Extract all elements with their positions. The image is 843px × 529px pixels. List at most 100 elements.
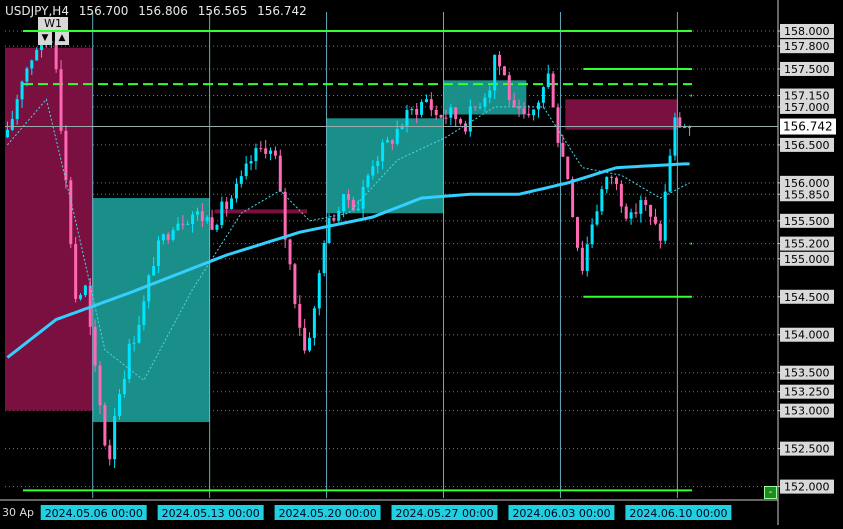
timeframe-badge[interactable]: W1: [38, 17, 68, 30]
bear-candle: [507, 75, 511, 101]
bear-candle: [502, 66, 506, 76]
bear-candle: [390, 140, 394, 144]
bull-candle: [239, 176, 243, 184]
bull-candle: [195, 211, 199, 215]
bull-candle: [234, 183, 238, 199]
bull-candle: [5, 129, 9, 138]
bear-candle: [415, 108, 419, 115]
bear-zone: [565, 99, 678, 130]
price-tick-label: 157.000: [784, 101, 830, 114]
bear-candle: [298, 304, 302, 328]
bull-candle: [317, 273, 321, 309]
bear-candle: [688, 127, 692, 129]
bull-candle: [590, 224, 594, 245]
bull-candle: [488, 90, 492, 98]
bull-candle: [122, 378, 126, 395]
bear-candle: [653, 216, 657, 224]
chevron-up-icon[interactable]: ▲: [55, 32, 69, 45]
bear-candle: [498, 54, 502, 67]
high-value: 156.806: [138, 4, 188, 18]
bull-candle: [600, 189, 604, 212]
bull-candle: [142, 301, 146, 325]
open-value: 156.700: [78, 4, 129, 18]
bull-candle: [356, 208, 360, 211]
bear-candle: [332, 218, 336, 221]
bull-candle: [118, 394, 121, 417]
bull-candle: [152, 266, 156, 276]
bull-candle: [342, 194, 346, 211]
bull-candle: [269, 150, 273, 154]
chart-header: USDJPY,H4 156.700 156.806 156.565 156.74…: [5, 4, 313, 18]
bull-candle: [663, 191, 667, 241]
bear-candle: [69, 180, 73, 245]
bull-candle: [186, 223, 190, 225]
bear-candle: [210, 217, 214, 230]
bull-candle: [683, 127, 687, 129]
bear-candle: [610, 176, 614, 178]
time-label: 2024.05.27 00:00: [396, 507, 494, 520]
time-label: 2024.05.13 00:00: [162, 507, 260, 520]
bull-candle: [385, 140, 389, 143]
bull-candle: [156, 240, 160, 267]
bear-candle: [264, 148, 268, 154]
bear-candle: [522, 108, 526, 114]
time-label: 2024.05.20 00:00: [279, 507, 377, 520]
bull-candle: [230, 198, 234, 209]
bull-candle: [215, 224, 219, 230]
price-tick-label: 153.500: [784, 367, 830, 380]
bear-candle: [200, 211, 204, 222]
time-label: 2024.06.10 00:00: [629, 507, 727, 520]
price-tick-label: 155.000: [784, 253, 830, 266]
bull-candle: [366, 175, 370, 188]
bull-candle: [371, 166, 375, 176]
bull-candle: [381, 142, 385, 162]
chart-root: 158.000 157.800 157.500 157.150 157.000 156.5…: [0, 0, 843, 525]
price-tick-label: 155.850: [784, 188, 830, 201]
bull-candle: [410, 108, 414, 111]
bull-candle: [376, 161, 380, 167]
bear-candle: [561, 142, 565, 157]
bull-candle: [15, 99, 19, 120]
bear-candle: [64, 130, 68, 181]
bull-candle: [113, 416, 117, 460]
bear-candle: [556, 107, 560, 143]
bear-candle: [576, 217, 579, 248]
price-tick-label: 158.000: [784, 25, 830, 38]
bull-candle: [537, 102, 541, 110]
bull-candle: [127, 343, 131, 379]
bear-candle: [678, 117, 682, 128]
current-price-tag: 156.742: [783, 120, 833, 134]
price-tick-label: 152.000: [784, 481, 830, 494]
bull-candle: [405, 110, 409, 126]
bull-candle: [25, 68, 29, 82]
bear-candle: [527, 113, 531, 116]
price-chart[interactable]: 158.000157.800157.500157.150157.000156.5…: [0, 0, 843, 525]
chevron-down-icon[interactable]: ▼: [38, 32, 52, 45]
price-tick-label: 155.200: [784, 238, 830, 251]
bull-candle: [673, 117, 677, 156]
bear-candle: [551, 73, 555, 108]
bull-candle: [132, 342, 136, 344]
bear-candle: [259, 148, 263, 150]
bull-candle: [20, 81, 24, 100]
bull-candle: [532, 109, 536, 116]
bull-candle: [420, 102, 424, 115]
minimize-button[interactable]: -: [764, 486, 777, 499]
bull-candle: [191, 214, 195, 224]
price-tick-label: 154.500: [784, 291, 830, 304]
price-tick-label: 154.000: [784, 329, 830, 342]
bear-candle: [473, 106, 477, 108]
bull-candle: [541, 87, 545, 103]
bull-candle: [546, 73, 550, 88]
bear-candle: [512, 100, 516, 107]
bear-candle: [444, 117, 448, 119]
bull-candle: [171, 230, 175, 240]
price-tick-label: 153.000: [784, 405, 830, 418]
bear-candle: [619, 183, 623, 207]
bull-candle: [395, 128, 399, 144]
bear-candle: [649, 204, 653, 217]
bear-candle: [347, 194, 350, 200]
bear-candle: [614, 177, 618, 184]
bear-candle: [283, 191, 287, 240]
bull-candle: [254, 148, 258, 162]
